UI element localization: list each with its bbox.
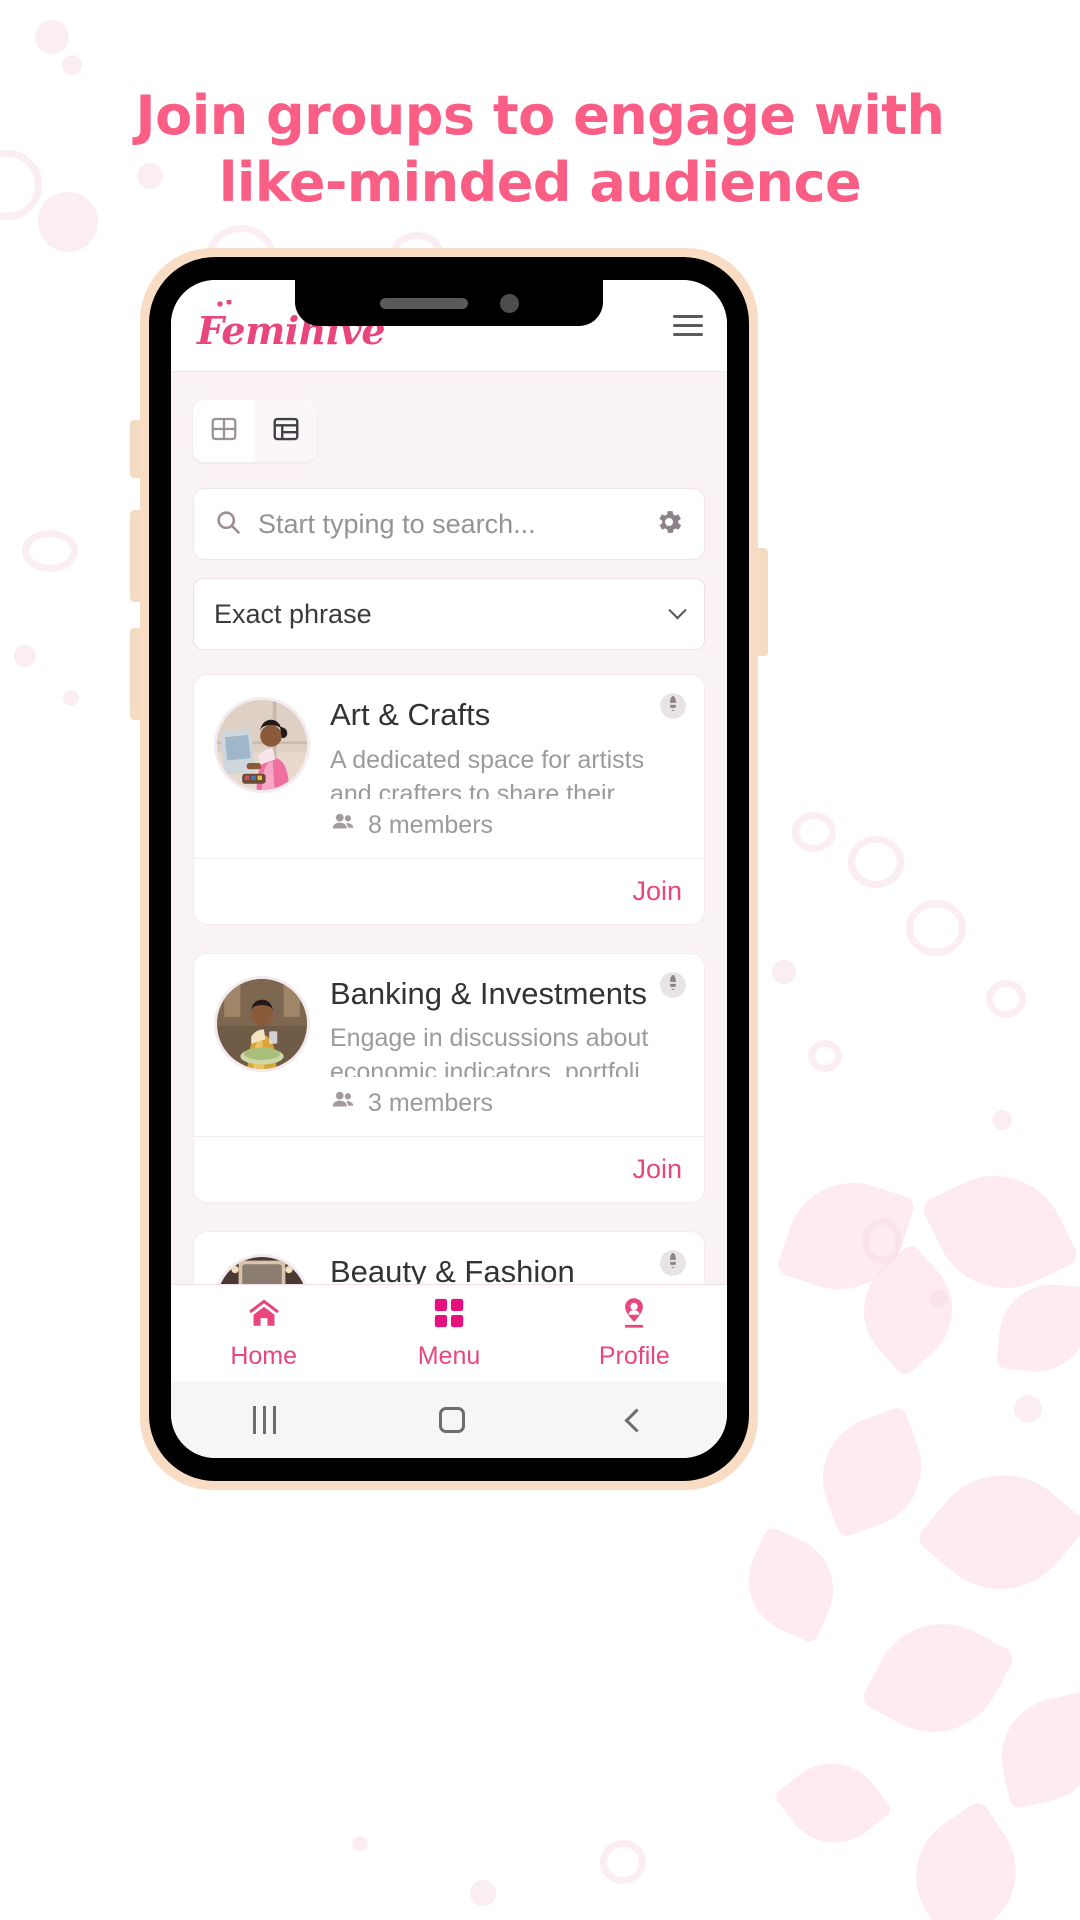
view-mode-toggle	[193, 400, 317, 462]
search-input[interactable]	[258, 508, 638, 540]
people-icon	[330, 1087, 356, 1120]
group-card-body: Art & Crafts A dedicated space for artis…	[194, 675, 704, 858]
group-members: 8 members	[330, 809, 656, 842]
phone-notch	[295, 280, 603, 326]
group-card[interactable]: Banking & Investments Engage in discussi…	[193, 952, 705, 1204]
nav-item-home[interactable]: Home	[171, 1285, 356, 1382]
list-view-button[interactable]	[255, 400, 317, 462]
group-card-footer: Join	[194, 1136, 704, 1202]
group-title: Banking & Investments	[330, 975, 648, 1011]
search-bar[interactable]	[193, 488, 705, 560]
home-icon	[246, 1296, 282, 1335]
front-camera-icon	[499, 293, 519, 313]
nav-item-profile[interactable]: Profile	[542, 1285, 727, 1382]
nav-item-menu[interactable]: Menu	[356, 1285, 541, 1382]
grid-menu-icon	[432, 1296, 466, 1335]
nav-label-home: Home	[230, 1342, 297, 1370]
nav-label-profile: Profile	[598, 1342, 670, 1370]
back-chevron-icon[interactable]	[624, 1407, 649, 1433]
join-button[interactable]: Join	[632, 876, 682, 907]
group-title: Art & Crafts	[330, 697, 491, 732]
hamburger-line	[673, 324, 703, 327]
globe-icon	[658, 1248, 688, 1278]
list-view-icon	[271, 414, 301, 449]
profile-icon	[617, 1296, 651, 1335]
group-card[interactable]: Art & Crafts A dedicated space for artis…	[193, 674, 705, 925]
hamburger-menu-icon[interactable]	[671, 309, 705, 342]
hamburger-line	[673, 333, 703, 336]
chevron-down-icon	[668, 600, 687, 619]
phone-button-volume-down	[130, 628, 140, 720]
android-system-navigation	[171, 1382, 727, 1458]
group-description: A dedicated space for artists and crafte…	[330, 745, 645, 799]
headline-line-1: Join groups to engage with	[135, 84, 945, 147]
group-card-footer: Join	[194, 857, 704, 924]
people-icon	[330, 809, 356, 842]
phone-mockup: Femihive Start typing to search... Exact…	[130, 248, 768, 1490]
phone-screen: Femihive Start typing to search... Exact…	[171, 280, 727, 1458]
grid-view-button[interactable]	[193, 400, 255, 462]
search-icon	[214, 508, 242, 541]
join-button[interactable]: Join	[632, 1154, 682, 1185]
headline-line-2: like-minded audience	[218, 151, 862, 214]
group-avatar	[214, 975, 310, 1072]
globe-icon	[658, 691, 688, 721]
promo-headline: Join groups to engage with like-minded a…	[0, 82, 1080, 216]
group-members-count: 3 members	[368, 1089, 494, 1118]
recents-icon[interactable]	[252, 1406, 276, 1434]
search-mode-value: Exact phrase	[214, 598, 372, 629]
main-content: Exact phrase	[171, 372, 727, 1328]
home-square-icon[interactable]	[438, 1407, 465, 1433]
group-avatar	[214, 697, 310, 793]
hamburger-line	[673, 315, 703, 318]
phone-button-volume-up	[130, 510, 140, 602]
grid-view-icon	[209, 414, 239, 449]
group-members-count: 8 members	[368, 810, 494, 839]
gear-icon[interactable]	[654, 507, 684, 542]
group-card-main: Banking & Investments Engage in discussi…	[330, 976, 684, 1121]
phone-button-power	[758, 548, 768, 656]
group-members: 3 members	[330, 1087, 656, 1120]
search-mode-select[interactable]: Exact phrase	[193, 578, 705, 650]
group-description: Engage in discussions about economic ind…	[330, 1024, 649, 1078]
group-card-main: Art & Crafts A dedicated space for artis…	[330, 697, 684, 842]
earpiece-speaker-icon	[379, 297, 468, 309]
phone-button-silent	[130, 420, 140, 478]
globe-icon	[658, 970, 688, 1000]
group-card-body: Banking & Investments Engage in discussi…	[194, 954, 704, 1137]
nav-label-menu: Menu	[417, 1342, 481, 1370]
bottom-navigation: Home Menu Profile	[171, 1284, 727, 1382]
